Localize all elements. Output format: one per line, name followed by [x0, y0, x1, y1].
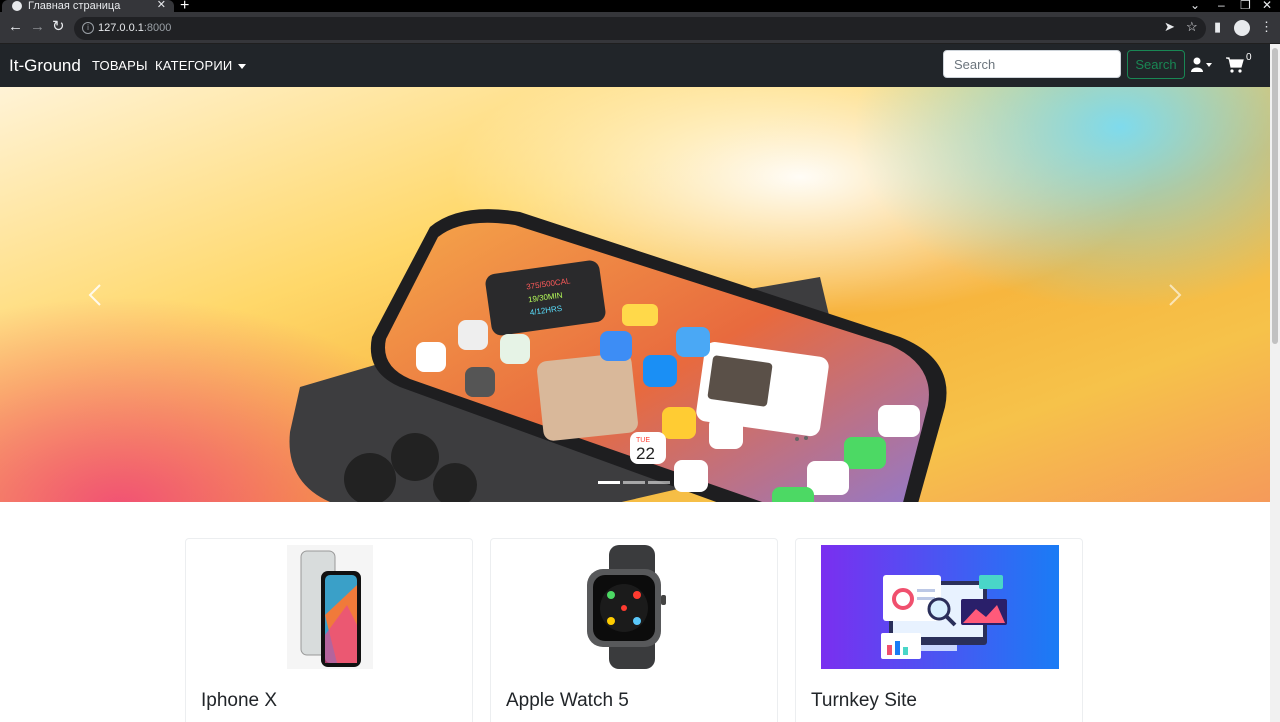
carousel-indicator[interactable]	[623, 481, 645, 484]
carousel-indicator[interactable]	[598, 481, 620, 484]
browser-tab[interactable]: Главная страница ✕	[2, 0, 174, 12]
restore-icon[interactable]: ❐	[1240, 0, 1251, 12]
back-icon[interactable]: ←	[8, 19, 23, 34]
carousel-indicator[interactable]	[648, 481, 670, 484]
carousel-indicators	[598, 481, 670, 484]
shopping-cart-icon[interactable]	[1226, 56, 1244, 74]
product-image[interactable]	[821, 545, 1059, 669]
forward-icon[interactable]: →	[30, 19, 45, 34]
cart-count-badge: 0	[1246, 52, 1252, 63]
scrollbar-thumb[interactable]	[1272, 48, 1278, 344]
brand-logo[interactable]: It-Ground	[9, 56, 81, 76]
carousel-slide-image: 375/500CAL 19/30MIN 4/12HRS TUE 22	[289, 209, 947, 502]
product-list: Iphone X Apple Watch 5 Turnkey Site	[185, 538, 1083, 722]
web-page: It-Ground ТОВАРЫ КАТЕГОРИИ Search 0	[0, 44, 1270, 722]
product-title[interactable]: Iphone X	[201, 690, 277, 712]
calendar-day: 22	[636, 444, 655, 463]
tab-close-icon[interactable]: ✕	[157, 0, 166, 11]
address-url: 127.0.0.1:8000	[98, 22, 172, 34]
site-info-icon[interactable]: i	[82, 22, 94, 34]
tab-search-icon[interactable]: ⌄	[1190, 0, 1200, 12]
bookmark-star-icon[interactable]: ☆	[1186, 20, 1198, 34]
hero-carousel: 375/500CAL 19/30MIN 4/12HRS TUE 22	[0, 87, 1270, 502]
product-title[interactable]: Turnkey Site	[811, 690, 917, 712]
address-bar[interactable]: i 127.0.0.1:8000	[74, 17, 1206, 40]
search-input[interactable]	[943, 50, 1121, 78]
product-card[interactable]: Turnkey Site	[795, 538, 1083, 722]
tab-title: Главная страница	[28, 0, 121, 12]
search-button[interactable]: Search	[1127, 50, 1185, 79]
calendar-weekday: TUE	[636, 437, 650, 444]
product-image[interactable]	[287, 545, 373, 669]
browser-tabstrip: Главная страница ✕ + ⌄ – ❐ ✕	[0, 0, 1280, 14]
carousel-next-icon[interactable]	[1168, 283, 1182, 307]
product-image[interactable]	[579, 545, 685, 669]
nav-link-products[interactable]: ТОВАРЫ	[92, 58, 148, 73]
site-navbar: It-Ground ТОВАРЫ КАТЕГОРИИ Search 0	[0, 44, 1270, 87]
page-scrollbar[interactable]	[1270, 44, 1280, 722]
send-tab-icon[interactable]: ➤	[1164, 20, 1175, 34]
reload-icon[interactable]: ↻	[52, 19, 65, 34]
browser-toolbar: ← → ↻ i 127.0.0.1:8000 ➤ ☆ ▮ ⋮	[0, 12, 1280, 44]
user-account-icon[interactable]	[1191, 57, 1213, 73]
profile-avatar-icon[interactable]	[1234, 20, 1250, 36]
product-card[interactable]: Apple Watch 5	[490, 538, 778, 722]
carousel-prev-icon[interactable]	[88, 283, 102, 307]
chevron-down-icon	[238, 64, 247, 70]
window-close-icon[interactable]: ✕	[1262, 0, 1272, 12]
minimize-icon[interactable]: –	[1218, 0, 1225, 12]
product-card[interactable]: Iphone X	[185, 538, 473, 722]
globe-icon	[12, 1, 22, 11]
side-panel-icon[interactable]: ▮	[1214, 20, 1221, 34]
product-title[interactable]: Apple Watch 5	[506, 690, 629, 712]
nav-link-categories[interactable]: КАТЕГОРИИ	[155, 58, 247, 73]
browser-menu-icon[interactable]: ⋮	[1260, 20, 1273, 34]
